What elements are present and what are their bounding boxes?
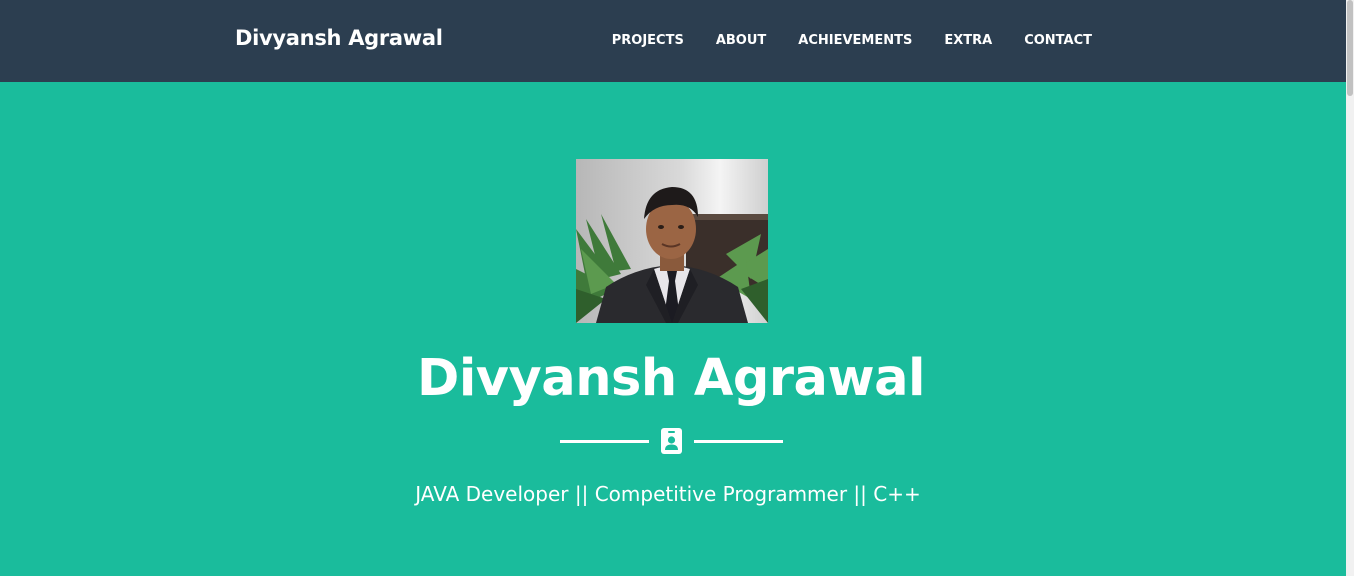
divider <box>560 428 783 454</box>
hero-name: Divyansh Agrawal <box>416 349 926 408</box>
nav-item-extra[interactable]: EXTRA <box>944 33 992 48</box>
scrollbar[interactable] <box>1346 0 1354 576</box>
navbar-brand[interactable]: Divyansh Agrawal <box>235 26 443 50</box>
divider-line-right <box>694 440 783 443</box>
hero-subtitle: JAVA Developer || Competitive Programmer… <box>415 482 921 506</box>
divider-line-left <box>560 440 649 443</box>
nav-menu: PROJECTS ABOUT ACHIEVEMENTS EXTRA CONTAC… <box>580 33 1092 48</box>
nav-item-about[interactable]: ABOUT <box>716 33 766 48</box>
nav-item-projects[interactable]: PROJECTS <box>612 33 684 48</box>
nav-item-achievements[interactable]: ACHIEVEMENTS <box>798 33 912 48</box>
nav-item-contact[interactable]: CONTACT <box>1024 33 1092 48</box>
id-badge-icon <box>661 428 682 454</box>
avatar <box>576 159 768 323</box>
scrollbar-thumb[interactable] <box>1347 0 1353 96</box>
avatar-photo <box>576 159 768 323</box>
navbar: Divyansh Agrawal PROJECTS ABOUT ACHIEVEM… <box>0 0 1346 82</box>
